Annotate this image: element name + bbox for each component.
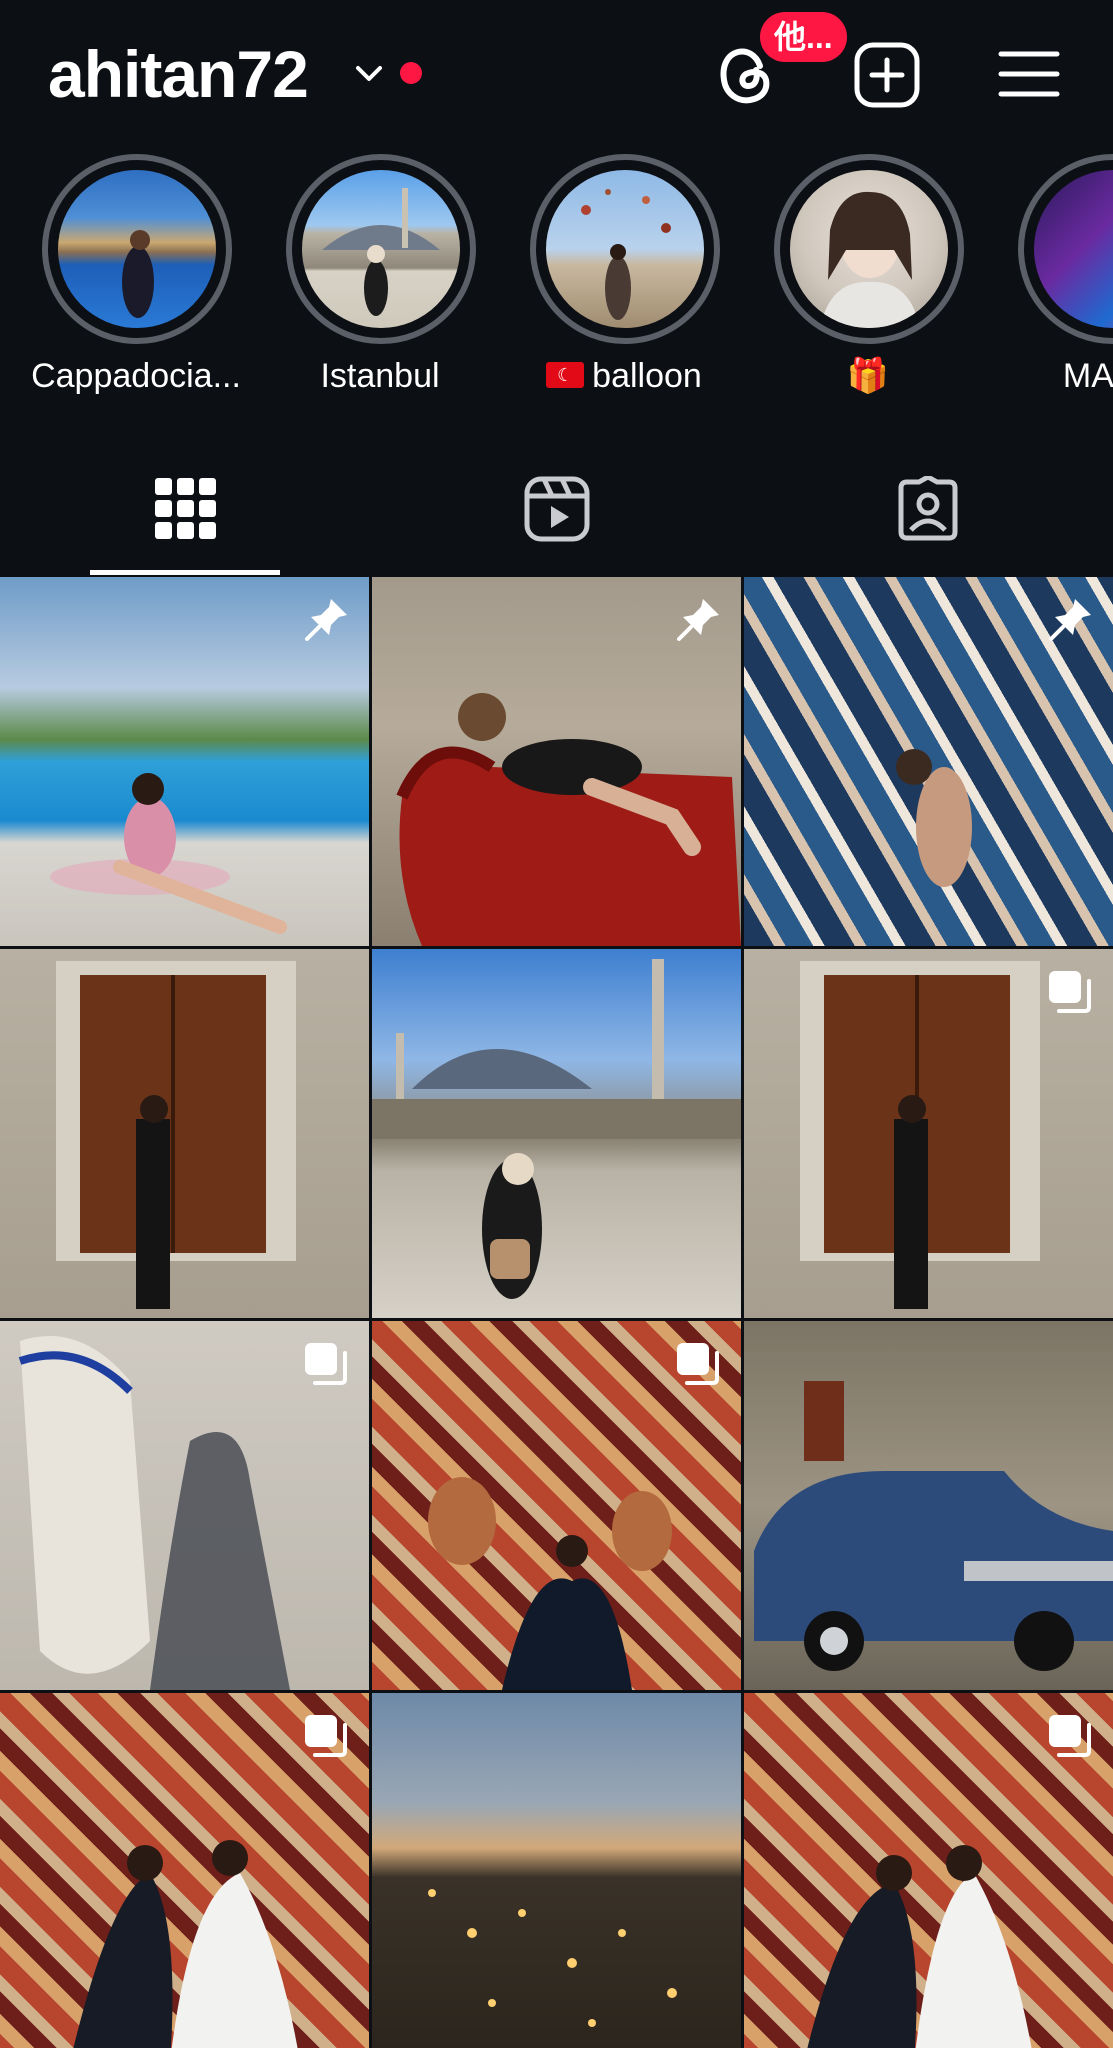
grid-icon (155, 478, 216, 539)
active-tab-indicator (90, 570, 280, 575)
tab-posts[interactable] (0, 460, 371, 576)
post-thumbnail[interactable] (0, 1321, 369, 1690)
post-thumbnail[interactable] (372, 1321, 741, 1690)
carousel-icon (1049, 971, 1091, 1013)
carousel-icon (1049, 1715, 1091, 1757)
profile-tabs (0, 460, 1113, 576)
post-thumbnail[interactable] (372, 949, 741, 1318)
pin-icon (1049, 599, 1091, 641)
highlight-thumbnail (790, 170, 948, 328)
highlight-item[interactable]: ☾ balloon (524, 150, 724, 400)
post-thumbnail[interactable] (0, 1693, 369, 2048)
highlight-label: 🎁 (846, 357, 890, 395)
highlight-label: MAHA (1062, 357, 1113, 395)
highlight-item[interactable]: MAHA (1012, 150, 1113, 400)
notification-dot (400, 62, 422, 84)
username-switcher[interactable]: ahitan72 (48, 38, 309, 110)
tagged-icon (898, 476, 958, 541)
post-thumbnail[interactable] (744, 577, 1113, 946)
story-highlights: Cappadocia... Istanbul ☾balloon 🎁 MAHA (0, 150, 1113, 400)
post-thumbnail[interactable] (372, 577, 741, 946)
highlight-thumbnail (58, 170, 216, 328)
chevron-down-icon[interactable] (352, 56, 386, 90)
post-thumbnail[interactable] (744, 949, 1113, 1318)
post-thumbnail[interactable] (744, 1321, 1113, 1690)
highlight-item[interactable]: Istanbul (280, 150, 480, 400)
threads-badge: 他... (760, 12, 847, 62)
tab-tagged[interactable] (742, 460, 1113, 576)
highlight-thumbnail (546, 170, 704, 328)
post-thumbnail[interactable] (372, 1693, 741, 2048)
highlight-thumbnail (302, 170, 460, 328)
profile-header: ahitan72 他... (0, 0, 1113, 145)
highlight-item[interactable]: 🎁 (768, 150, 968, 400)
highlight-label: Cappadocia... (31, 357, 241, 395)
highlight-item[interactable]: Cappadocia... (31, 150, 241, 400)
highlight-label: Istanbul (320, 357, 440, 395)
create-post-icon[interactable] (852, 40, 922, 110)
post-thumbnail[interactable] (0, 577, 369, 946)
reels-icon (524, 476, 590, 542)
carousel-icon (305, 1715, 347, 1757)
carousel-icon (305, 1343, 347, 1385)
carousel-icon (677, 1343, 719, 1385)
turkey-flag-icon: ☾ (546, 362, 585, 389)
post-thumbnail[interactable] (744, 1693, 1113, 2048)
highlight-label: ☾ balloon (514, 355, 734, 397)
tab-reels[interactable] (371, 460, 742, 576)
pin-icon (305, 599, 347, 641)
menu-icon[interactable] (998, 48, 1060, 100)
pin-icon (677, 599, 719, 641)
post-thumbnail[interactable] (0, 949, 369, 1318)
